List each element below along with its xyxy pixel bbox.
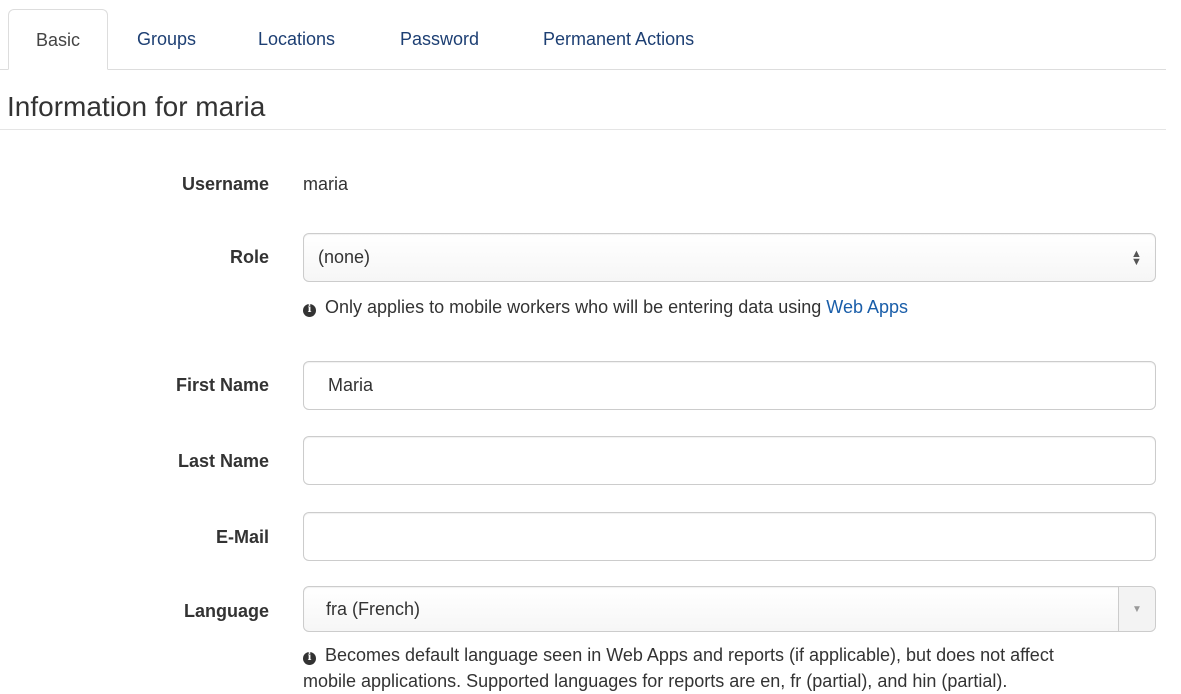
- language-select[interactable]: fra (French) ▼: [303, 586, 1156, 632]
- user-tabs: Basic Groups Locations Password Permanen…: [0, 0, 1166, 70]
- tab-groups[interactable]: Groups: [112, 9, 221, 69]
- page-title: Information for maria: [7, 91, 266, 122]
- role-selected-value: (none): [318, 247, 371, 267]
- language-label: Language: [183, 601, 269, 621]
- first-name-label: First Name: [175, 375, 269, 395]
- role-help-prefix: Only applies to mobile workers who will …: [325, 297, 822, 317]
- last-name-label: Last Name: [177, 451, 269, 471]
- username-label: Username: [181, 174, 269, 194]
- tab-permanent-actions[interactable]: Permanent Actions: [518, 9, 719, 69]
- role-help-text: i Only applies to mobile workers who wil…: [303, 294, 908, 320]
- email-input[interactable]: [303, 512, 1156, 561]
- language-help-text: i Becomes default language seen in Web A…: [303, 642, 1054, 694]
- language-help-line2: mobile applications. Supported languages…: [303, 671, 1008, 691]
- language-help-line1: Becomes default language seen in Web App…: [325, 645, 1054, 665]
- tab-basic[interactable]: Basic: [8, 9, 108, 70]
- last-name-input[interactable]: [303, 436, 1156, 485]
- web-apps-link[interactable]: Web Apps: [826, 297, 908, 317]
- caret-down-icon[interactable]: ▼: [1118, 587, 1155, 631]
- title-divider: [0, 129, 1166, 130]
- role-select[interactable]: (none) ▲ ▼: [303, 233, 1156, 282]
- tab-password[interactable]: Password: [375, 9, 504, 69]
- username-value: maria: [303, 174, 349, 194]
- info-circle-icon: i: [303, 651, 316, 665]
- email-label: E-Mail: [215, 527, 269, 547]
- info-circle-icon: i: [303, 303, 316, 317]
- role-label: Role: [229, 247, 269, 267]
- language-selected-value: fra (French): [326, 598, 421, 619]
- first-name-input[interactable]: [303, 361, 1156, 410]
- up-down-caret-icon: ▲ ▼: [1131, 247, 1142, 268]
- tab-locations[interactable]: Locations: [233, 9, 360, 69]
